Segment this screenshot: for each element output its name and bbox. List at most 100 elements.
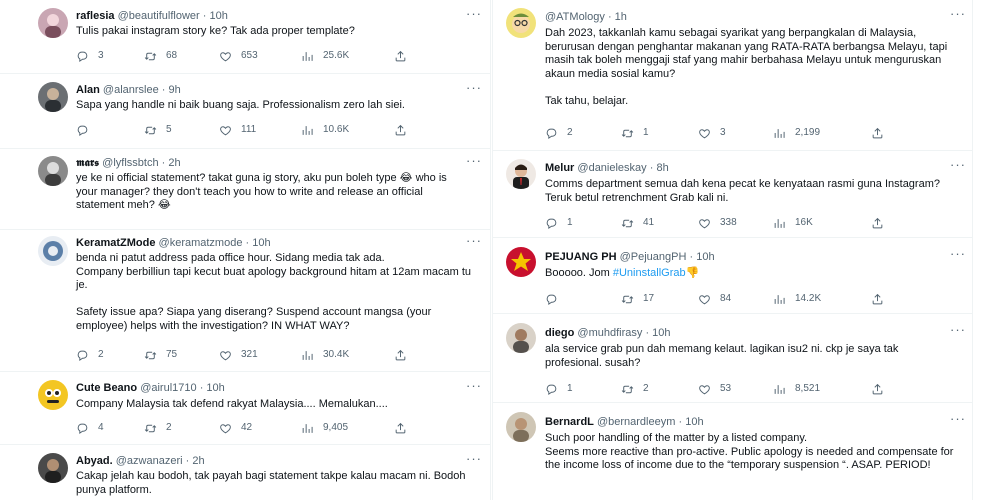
tweet-mars[interactable]: 𝖒𝖆𝖗𝖘 @lyflssbtch · 2h ··· ye ke ni offic… — [0, 149, 490, 230]
avatar[interactable] — [38, 236, 68, 266]
share-button[interactable] — [394, 49, 416, 63]
retweet-button[interactable]: 2 — [621, 382, 649, 396]
views-button[interactable]: 30.4K — [301, 348, 349, 362]
reply-button[interactable] — [76, 123, 98, 137]
share-button[interactable] — [394, 123, 416, 137]
like-button[interactable]: 338 — [698, 216, 737, 230]
user-handle[interactable]: @danieleskay — [577, 162, 646, 174]
timestamp[interactable]: 2h — [192, 455, 204, 467]
user-handle[interactable]: @beautifulflower — [118, 10, 200, 22]
avatar[interactable] — [38, 453, 68, 483]
display-name[interactable]: diego — [545, 327, 574, 339]
views-button[interactable]: 16K — [773, 216, 813, 230]
more-icon[interactable]: ··· — [950, 412, 966, 426]
avatar[interactable] — [38, 156, 68, 186]
display-name[interactable]: Alan — [76, 84, 100, 96]
avatar[interactable] — [506, 323, 536, 353]
retweet-button[interactable]: 2 — [144, 421, 172, 435]
user-handle[interactable]: @PejuangPH — [620, 251, 687, 263]
views-button[interactable]: 9,405 — [301, 421, 348, 435]
timestamp[interactable]: 10h — [252, 237, 270, 249]
views-button[interactable]: 25.6K — [301, 49, 349, 63]
tweet-raflesia[interactable]: raflesia @beautifulflower · 10h ··· Tuli… — [0, 0, 490, 74]
share-button[interactable] — [394, 421, 416, 435]
more-icon[interactable]: ··· — [950, 158, 966, 172]
retweet-button[interactable]: 68 — [144, 49, 177, 63]
timestamp[interactable]: 10h — [210, 10, 228, 22]
user-handle[interactable]: @bernardleeym — [597, 416, 675, 428]
tweet-atmology[interactable]: @ATMology · 1h ··· Dah 2023, takkanlah k… — [493, 0, 972, 151]
retweet-button[interactable]: 1 — [621, 126, 649, 140]
display-name[interactable]: Melur — [545, 162, 574, 174]
user-handle[interactable]: @azwanazeri — [116, 455, 183, 467]
reply-button[interactable]: 4 — [76, 421, 104, 435]
share-button[interactable] — [871, 382, 893, 396]
reply-button[interactable]: 2 — [545, 126, 573, 140]
user-handle[interactable]: @lyflssbtch — [102, 157, 158, 169]
user-handle[interactable]: @keramatzmode — [159, 237, 243, 249]
share-button[interactable] — [871, 126, 893, 140]
timestamp[interactable]: 1h — [615, 11, 627, 23]
display-name[interactable]: Cute Beano — [76, 382, 137, 394]
more-icon[interactable]: ··· — [950, 7, 966, 21]
avatar[interactable] — [506, 247, 536, 277]
tweet-pejuang-ph[interactable]: PEJUANG PH @PejuangPH · 10h ··· Booooo. … — [493, 238, 972, 314]
views-button[interactable]: 14.2K — [773, 292, 821, 306]
more-icon[interactable]: ··· — [466, 81, 482, 95]
more-icon[interactable]: ··· — [466, 154, 482, 168]
hashtag-link[interactable]: #UninstallGrab — [613, 267, 686, 279]
timestamp[interactable]: 8h — [656, 162, 668, 174]
avatar[interactable] — [506, 8, 536, 38]
tweet-cute-beano[interactable]: Cute Beano @airul1710 · 10h ··· Company … — [0, 372, 490, 445]
display-name[interactable]: KeramatZMode — [76, 237, 155, 249]
tweet-melur[interactable]: Melur @danieleskay · 8h ··· Comms depart… — [493, 151, 972, 238]
user-handle[interactable]: @ATMology — [545, 11, 605, 23]
timestamp[interactable]: 10h — [206, 382, 224, 394]
retweet-button[interactable]: 17 — [621, 292, 654, 306]
reply-button[interactable]: 3 — [76, 49, 104, 63]
more-icon[interactable]: ··· — [466, 7, 482, 21]
share-button[interactable] — [871, 292, 893, 306]
more-icon[interactable]: ··· — [950, 323, 966, 337]
timestamp[interactable]: 10h — [696, 251, 714, 263]
retweet-button[interactable]: 41 — [621, 216, 654, 230]
more-icon[interactable]: ··· — [466, 452, 482, 466]
display-name[interactable]: Abyad. — [76, 455, 113, 467]
avatar[interactable] — [38, 8, 68, 38]
display-name[interactable]: 𝖒𝖆𝖗𝖘 — [76, 157, 99, 169]
display-name[interactable]: PEJUANG PH — [545, 251, 617, 263]
like-button[interactable]: 84 — [698, 292, 731, 306]
more-icon[interactable]: ··· — [466, 234, 482, 248]
reply-button[interactable]: 1 — [545, 382, 573, 396]
share-button[interactable] — [871, 216, 893, 230]
like-button[interactable]: 42 — [219, 421, 252, 435]
display-name[interactable]: BernardL — [545, 416, 594, 428]
tweet-bernardl[interactable]: BernardL @bernardleeym · 10h ··· Such po… — [493, 403, 972, 500]
retweet-button[interactable]: 5 — [144, 123, 172, 137]
retweet-button[interactable]: 75 — [144, 348, 177, 362]
timestamp[interactable]: 10h — [652, 327, 670, 339]
reply-button[interactable]: 2 — [76, 348, 104, 362]
more-icon[interactable]: ··· — [466, 379, 482, 393]
user-handle[interactable]: @alanrslee — [103, 84, 159, 96]
timestamp[interactable]: 10h — [685, 416, 703, 428]
like-button[interactable]: 653 — [219, 49, 258, 63]
reply-button[interactable] — [545, 292, 567, 306]
timestamp[interactable]: 9h — [169, 84, 181, 96]
share-button[interactable] — [394, 348, 416, 362]
like-button[interactable]: 3 — [698, 126, 726, 140]
reply-button[interactable]: 1 — [545, 216, 573, 230]
like-button[interactable]: 111 — [219, 123, 256, 137]
tweet-keramatzmode[interactable]: KeramatZMode @keramatzmode · 10h ··· ben… — [0, 230, 490, 372]
like-button[interactable]: 321 — [219, 348, 258, 362]
user-handle[interactable]: @muhdfirasy — [577, 327, 642, 339]
views-button[interactable]: 8,521 — [773, 382, 820, 396]
more-icon[interactable]: ··· — [950, 247, 966, 261]
avatar[interactable] — [506, 412, 536, 442]
avatar[interactable] — [38, 380, 68, 410]
avatar[interactable] — [506, 159, 536, 189]
display-name[interactable]: raflesia — [76, 10, 115, 22]
timestamp[interactable]: 2h — [168, 157, 180, 169]
views-button[interactable]: 10.6K — [301, 123, 349, 137]
tweet-abyad[interactable]: Abyad. @azwanazeri · 2h ··· Cakap jelah … — [0, 445, 490, 500]
